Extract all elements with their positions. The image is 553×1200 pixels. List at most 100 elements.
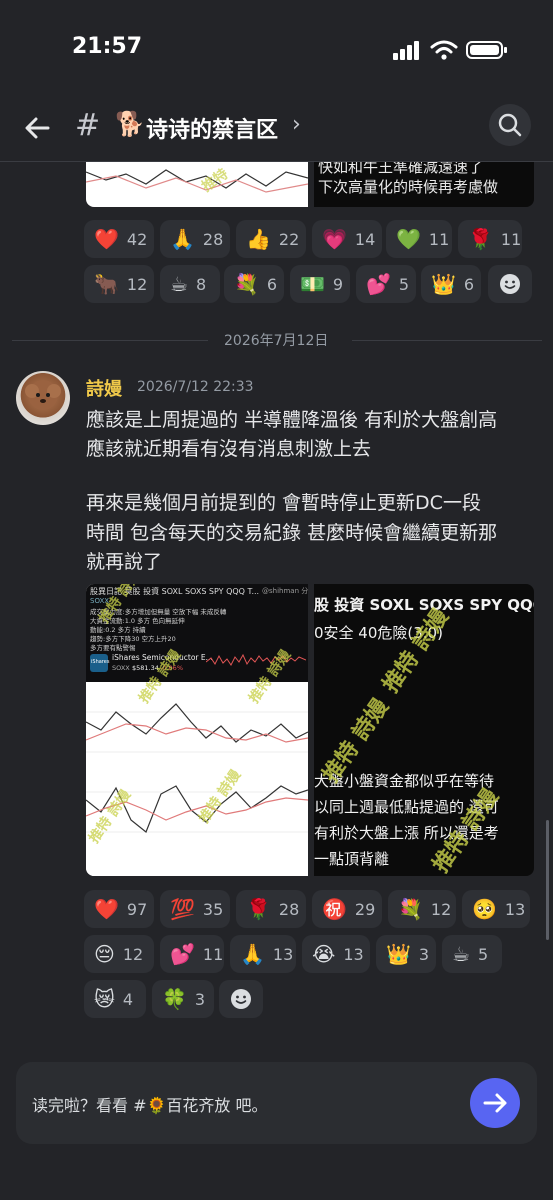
previous-image-text-line: 快如和牛王準確減遠速了 [318,162,484,176]
svg-text:推特: 推特 [199,165,232,195]
avatar[interactable] [16,371,70,425]
reaction-count: 42 [126,229,148,249]
channel-header: # 🐕 诗诗的禁言区 › [0,100,553,162]
chevron-right-icon[interactable]: › [292,112,301,137]
scrollbar[interactable] [546,820,549,940]
reaction-emoji: ❤️ [94,227,119,251]
reaction-chip[interactable]: 💯 35 [160,890,230,928]
reaction-chip[interactable]: 😭 13 [302,935,370,973]
reaction-count: 29 [354,899,376,919]
reaction-chip[interactable]: 👑 3 [376,935,436,973]
reaction-emoji: 🐂 [94,272,119,296]
reaction-emoji: 💗 [322,227,347,251]
reaction-chip[interactable]: 🥺 13 [462,890,530,928]
reaction-chip[interactable]: 👑 6 [421,265,481,303]
reaction-chip[interactable]: 💗 14 [312,220,382,258]
battery-icon [466,41,507,59]
reaction-emoji: 🍀 [162,987,187,1011]
reaction-emoji: 🌹 [468,227,493,251]
composer-prompt[interactable]: 读完啦？看看 #🌻百花齐放 吧。 [32,1092,268,1116]
message-timestamp: 2026/7/12 22:33 [137,379,254,395]
attached-chart-image[interactable]: 股異日記 莫股 投資 SOXL SOXS SPY QQQ T... @shihm… [86,584,308,876]
svg-text:推特 詩嫚: 推特 詩嫚 [195,766,244,826]
reaction-count: 11 [500,229,522,249]
previous-message-images: 推特 快如和牛王準確減遠速了 下次高量化的時候再考慮做 [86,162,534,207]
reaction-emoji: 🌹 [246,897,271,921]
reaction-chip[interactable]: ☕ 5 [442,935,502,973]
reaction-chip[interactable]: ㊗️ 29 [312,890,382,928]
search-icon [498,113,522,137]
search-button[interactable] [489,104,531,146]
reaction-chip[interactable]: 🐂 12 [84,265,154,303]
reaction-count: 9 [332,274,344,294]
previous-image-text-line: 下次高量化的時候再考慮做 [318,178,499,196]
reaction-count: 5 [477,944,489,964]
reaction-count: 3 [194,989,206,1009]
reaction-chip[interactable]: ☕ 8 [160,265,220,303]
reaction-chip[interactable]: 💐 12 [388,890,456,928]
reaction-emoji: ❤️ [94,897,119,921]
reaction-chip[interactable]: 🙏 28 [160,220,230,258]
reaction-emoji: 💵 [300,272,325,296]
send-button[interactable] [470,1078,520,1128]
reaction-chip[interactable]: 💵 9 [290,265,350,303]
reaction-emoji: 👑 [386,942,411,966]
reaction-emoji: 👑 [431,272,456,296]
channel-title[interactable]: 诗诗的禁言区 [146,112,278,144]
reaction-count: 12 [126,274,148,294]
reaction-emoji: 🥺 [472,897,497,921]
svg-text:推特 詩嫚: 推特 詩嫚 [318,693,395,787]
reaction-count: 28 [278,899,300,919]
message-text-line: 再來是幾個月前提到的 會暫時停止更新DC一段 [86,492,481,514]
date-divider: 2026年7月12日 [12,333,542,349]
channel-hash-icon: # [75,108,101,143]
reaction-chip[interactable]: 🌹 11 [458,220,522,258]
reaction-count: 11 [202,944,224,964]
reaction-count: 13 [343,944,364,964]
svg-text:推特 詩嫚: 推特 詩嫚 [245,646,294,706]
reaction-count: 97 [126,899,148,919]
reaction-chip[interactable]: 😔 12 [84,935,154,973]
composer-bar[interactable]: 读完啦？看看 #🌻百花齐放 吧。 [16,1062,537,1144]
message-text-line: 就再說了 [86,551,163,573]
reaction-emoji: 💕 [170,942,195,966]
reaction-emoji: ☕ [170,272,188,296]
image-watermark: 推特 詩嫚 推特 詩嫚 推特 詩嫚 [318,603,505,876]
reaction-chip[interactable]: ❤️ 97 [84,890,154,928]
reaction-emoji: 💯 [170,897,195,921]
reaction-chip[interactable]: 💕 5 [356,265,416,303]
reaction-count: 28 [202,229,224,249]
reaction-chip[interactable]: 🌹 28 [236,890,306,928]
divider-line [352,340,542,341]
reaction-count: 11 [428,229,450,249]
reaction-chip[interactable]: 😿 4 [84,980,146,1018]
divider-line [12,340,208,341]
message-author[interactable]: 詩嫚 [86,375,122,401]
signal-icon [393,41,419,60]
previous-chart-image[interactable]: 推特 [86,162,308,207]
message-text-line: 應該是上周提過的 半導體降溫後 有利於大盤創高 [86,409,498,431]
reaction-chip[interactable]: 💚 11 [386,220,452,258]
reaction-chip[interactable]: 🍀 3 [152,980,214,1018]
back-arrow-icon[interactable] [22,112,54,144]
reaction-emoji: 💕 [366,272,391,296]
reaction-emoji: 💐 [398,897,423,921]
add-reaction-icon [500,274,520,294]
reaction-count: 6 [266,274,278,294]
add-reaction-button[interactable] [219,980,263,1018]
reaction-chip[interactable]: ❤️ 42 [84,220,154,258]
reaction-chip[interactable]: 🙏 13 [230,935,296,973]
reaction-chip[interactable]: 💕 11 [160,935,224,973]
reaction-chip[interactable]: 💐 6 [224,265,284,303]
wifi-icon [430,40,458,60]
attached-text-image[interactable]: 股 投資 SOXL SOXS SPY QQQ 0安全 40危險(3.0) 大盤小… [314,584,534,876]
reaction-chip[interactable]: 👍 22 [236,220,306,258]
previous-text-image[interactable]: 快如和牛王準確減遠速了 下次高量化的時候再考慮做 [314,162,534,207]
status-bar: 21:57 [0,0,553,100]
reaction-count: 6 [463,274,475,294]
reaction-count: 12 [430,899,452,919]
add-reaction-button[interactable] [488,265,532,303]
channel-emoji: 🐕 [115,110,145,138]
reaction-emoji: 💚 [396,227,421,251]
reaction-emoji: 🙏 [240,942,265,966]
